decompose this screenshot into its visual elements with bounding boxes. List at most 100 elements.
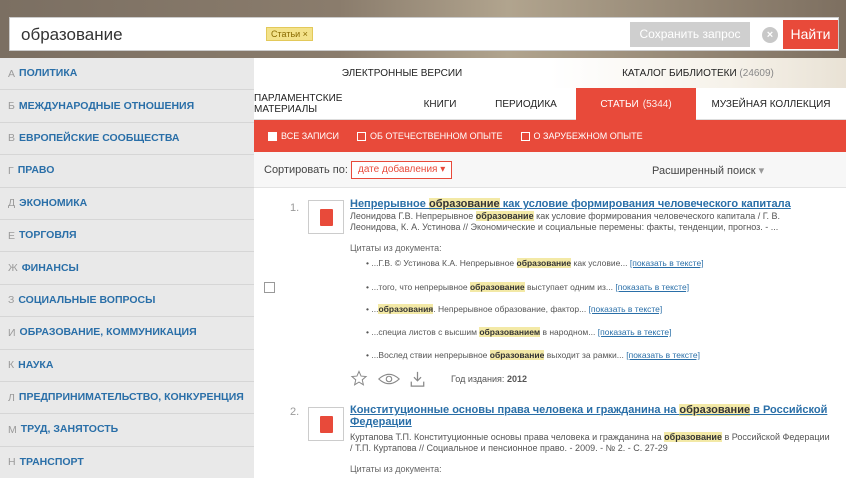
tab-label: Книги (423, 98, 457, 110)
document-icon[interactable] (308, 407, 344, 441)
sidebar-item-label: Предпринимательство, конкуренция (18, 391, 244, 404)
title-text: Непрерывное (350, 198, 429, 210)
cite-text: ...того, что непрерывное (371, 282, 470, 292)
filter-label: ОБ ОТЕЧЕСТВЕННОМ ОПЫТЕ (369, 131, 503, 141)
sidebar: А Политика Б Международные отношения В Евро… (0, 58, 254, 478)
sidebar-item-finance[interactable]: Ж Финансы (0, 252, 254, 285)
result-title[interactable]: Непрерывное образование как условие форм… (350, 198, 830, 210)
show-in-text-link[interactable]: [показать в тексте] (615, 282, 689, 292)
sidebar-item-science[interactable]: К Наука (0, 350, 254, 382)
search-input[interactable]: образование (21, 25, 123, 45)
filter-all-records[interactable]: ВСЕ ЗАПИСИ (268, 131, 339, 141)
result-actions: Год издания: 2012 (350, 370, 527, 387)
title-text: как условие формирования человеческого к… (499, 198, 791, 210)
tab-electronic-versions[interactable]: ЭЛЕКТРОННЫЕ ВЕРСИИ (254, 58, 550, 88)
citation-item: • ...специа листов с высшим образованием… (366, 327, 672, 337)
cite-text: в народном... (540, 327, 596, 337)
tab-periodicals[interactable]: Периодика (476, 88, 576, 120)
result-number: 1. (290, 202, 300, 214)
download-icon[interactable] (410, 371, 425, 387)
find-button[interactable]: Найти (783, 20, 838, 49)
tab-articles[interactable]: Статьи (5344) (576, 88, 696, 120)
show-in-text-link[interactable]: [показать в тексте] (589, 304, 663, 314)
citations-heading: Цитаты из документа: (350, 243, 442, 253)
tab-museum-collection[interactable]: Музейная коллекция (696, 88, 846, 120)
save-query-button[interactable]: Сохранить запрос (630, 22, 750, 47)
checkbox-icon[interactable] (356, 131, 366, 141)
sidebar-item-label: Экономика (19, 196, 88, 209)
tab-parliamentary-materials[interactable]: Парламентские материалы (254, 88, 404, 120)
cite-text: ...Вослед ствии непрерывное (371, 350, 490, 360)
sidebar-item-european-communities[interactable]: В Европейские сообщества (0, 123, 254, 156)
citation-item: • ...образования. Непрерывное образовани… (366, 304, 663, 314)
year-value: 2012 (506, 373, 527, 384)
advanced-search-link[interactable]: Расширенный поиск ▾ (652, 164, 764, 177)
result-select-checkbox[interactable] (264, 282, 275, 293)
filter-label: ВСЕ ЗАПИСИ (281, 131, 339, 141)
year-label: Год издания: (451, 373, 505, 384)
tab-library-catalog[interactable]: КАТАЛОГ БИБЛИОТЕКИ (24609) (550, 58, 846, 88)
sidebar-item-letter: Ж (8, 262, 18, 275)
cite-highlight: образование (469, 282, 525, 292)
sidebar-item-education[interactable]: И Образование, коммуникация (0, 317, 254, 350)
cite-text: . Непрерывное образование, фактор... (433, 304, 587, 314)
cite-text: ...Г.В. © Устинова К.А. Непрерывное (371, 258, 517, 268)
sidebar-item-economics[interactable]: Д Экономика (0, 188, 254, 220)
sidebar-item-politics[interactable]: А Политика (0, 58, 254, 91)
title-text: Конституционные основы права человека и … (350, 404, 680, 416)
filter-tag-articles[interactable]: Статьи × (266, 27, 313, 41)
sidebar-item-letter: В (8, 132, 16, 145)
sidebar-item-letter: А (8, 67, 16, 80)
document-icon[interactable] (308, 200, 344, 234)
secondary-tabs: Парламентские материалы Книги Периодика … (254, 88, 846, 120)
sidebar-item-international-relations[interactable]: Б Международные отношения (0, 90, 254, 123)
eye-icon[interactable] (378, 372, 400, 386)
cite-text: выступает одним из... (524, 282, 613, 292)
sidebar-item-law[interactable]: Г Право (0, 155, 254, 188)
cite-text: ...специа листов с высшим (371, 327, 480, 337)
sidebar-item-label: Право (17, 164, 55, 177)
desc-text: Леонидова Г.В. Непрерывное (350, 211, 476, 221)
show-in-text-link[interactable]: [показать в тексте] (626, 350, 700, 360)
filter-foreign[interactable]: О ЗАРУБЕЖНОМ ОПЫТЕ (520, 131, 643, 141)
sidebar-item-label: Труд, занятость (20, 423, 119, 436)
citation-item: • ...Г.В. © Устинова К.А. Непрерывное об… (366, 258, 704, 268)
search-box[interactable]: образование Статьи × Сохранить запрос × … (9, 17, 839, 51)
sidebar-item-social-issues[interactable]: З Социальные вопросы (0, 285, 254, 318)
tab-label: Статьи (600, 98, 639, 110)
sidebar-item-trade[interactable]: Е Торговля (0, 220, 254, 253)
clear-icon[interactable]: × (762, 27, 778, 43)
sidebar-item-label: Транспорт (19, 455, 84, 468)
star-icon[interactable] (350, 370, 368, 387)
checkbox-icon[interactable] (520, 131, 530, 141)
sidebar-item-labor[interactable]: М Труд, занятость (0, 414, 254, 447)
show-in-text-link[interactable]: [показать в тексте] (598, 327, 672, 337)
sidebar-item-label: Наука (18, 358, 54, 371)
filter-domestic[interactable]: ОБ ОТЕЧЕСТВЕННОМ ОПЫТЕ (356, 131, 503, 141)
title-highlight: образование (679, 404, 751, 416)
sort-select[interactable]: дате добавления ▾ (351, 161, 453, 179)
checkbox-icon[interactable] (268, 131, 277, 141)
chevron-down-icon: ▾ (758, 165, 765, 177)
sidebar-item-transport[interactable]: Н Транспорт (0, 447, 254, 478)
sidebar-item-letter: К (8, 359, 15, 372)
tab-count: (24609) (739, 67, 774, 79)
cite-highlight: образование (516, 258, 572, 268)
sidebar-item-letter: Б (8, 100, 15, 113)
sidebar-item-label: Европейские сообщества (19, 131, 180, 144)
result-title[interactable]: Конституционные основы права человека и … (350, 404, 830, 428)
results-list: 1. Непрерывное образование как условие ф… (254, 188, 846, 478)
tab-label: КАТАЛОГ БИБЛИОТЕКИ (622, 67, 737, 79)
sidebar-item-letter: Н (8, 456, 16, 469)
cite-highlight: образование (489, 350, 545, 360)
tab-label: Периодика (495, 98, 557, 110)
tab-label: Музейная коллекция (711, 98, 831, 110)
result-description: Леонидова Г.В. Непрерывное образование к… (350, 211, 830, 233)
sidebar-item-entrepreneurship[interactable]: Л Предпринимательство, конкуренция (0, 382, 254, 415)
show-in-text-link[interactable]: [показать в тексте] (630, 258, 704, 268)
title-highlight: образование (428, 198, 500, 210)
tab-books[interactable]: Книги (404, 88, 476, 120)
sidebar-item-label: Образование, коммуникация (19, 326, 197, 339)
cite-text: выходит за рамки... (544, 350, 624, 360)
tab-label: ЭЛЕКТРОННЫЕ ВЕРСИИ (341, 67, 463, 79)
